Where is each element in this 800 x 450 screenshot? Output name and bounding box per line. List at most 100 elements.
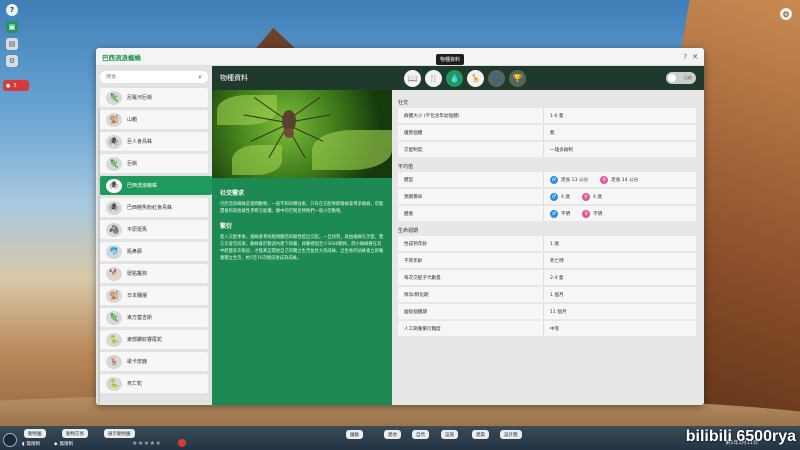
list-item[interactable]: 🕷 巴西流浪蜘蛛 [100, 176, 212, 195]
research-stat: ◆ 無限制 [54, 441, 73, 448]
zebra-icon: 🦓 [106, 222, 122, 237]
stat-value: 無 [550, 130, 555, 136]
award-icon[interactable]: 🏆 [509, 69, 526, 87]
female-icon: ♀ [581, 192, 590, 201]
list-item[interactable]: 🦎 尼羅河巨蜥 [100, 88, 208, 107]
list-item-label: 山魈 [127, 117, 138, 123]
help-icon[interactable]: ? [683, 53, 687, 61]
list-item[interactable]: 🐕 斑點鬣狗 [100, 264, 208, 283]
stats-panel: 社交 群體大小 (不包含年幼個體) 1-6 隻優勢個體無交配制度 一雄多雌制 平均值… [392, 90, 704, 405]
tab-bar: 📖 🍴 💧 🦒 🐾 🏆 比較 [392, 66, 704, 90]
gecko-icon: 🦎 [106, 310, 122, 325]
search-input[interactable] [106, 74, 199, 80]
social-text: 巴西流浪蜘蛛是夜間動物，一般不和同類往來，只有在交配季節雄蛛會尋求雌蛛，可能還會… [220, 202, 384, 214]
list-item[interactable]: 🐍 死亡蛇 [100, 374, 208, 393]
species-photo [212, 90, 392, 178]
scrollbar[interactable] [98, 108, 100, 405]
list-item[interactable]: 🐬 瓶鼻豚 [100, 242, 208, 261]
zoopedia-icon[interactable]: ▣ [6, 21, 18, 33]
trade-button[interactable]: 動物交易 [62, 429, 88, 438]
list-item[interactable]: 🕷 巨人食鳥蛛 [100, 132, 208, 151]
gear-icon[interactable]: ⚙ [780, 8, 792, 20]
species-icon[interactable]: 💧 [446, 69, 463, 87]
help-icon[interactable]: ? [6, 4, 18, 16]
snake-icon: 🐍 [106, 376, 122, 391]
stat-row: 幽殼個體期 11 個月 [398, 304, 696, 319]
build-menu-label: 設施 [445, 432, 454, 438]
male-text: 不明 [561, 211, 571, 217]
stat-row: 每次交配子代數量 2-4 隻 [398, 270, 696, 285]
build-menu-label: 建築 [476, 432, 485, 438]
build-menu-label: 設計圖 [504, 432, 518, 438]
stat-label: 幽殼個體期 [398, 304, 544, 319]
shelter-icon[interactable]: 🍴 [425, 69, 442, 87]
guest-alert-badge[interactable]: ● 3 [3, 80, 29, 91]
female-icon: ♀ [600, 175, 609, 184]
list-item[interactable]: 🕷 巴西鮭魚粉紅食鳥蛛 [100, 198, 208, 217]
bottom-bar: 動物園 動物交易 展示動物園 ▮ 無限制 ◆ 無限制 ★★★★★ 園藝 建地 自然 設施建… [0, 426, 800, 450]
stat-row: 交配制度 一雄多雌制 [398, 142, 696, 157]
stat-value: ♂ 足長 13 公分 ♀ 足長 14 公分 [544, 175, 646, 184]
info-box: 社交需求 巴西流浪蜘蛛是夜間動物，一般不和同類往來，只有在交配季節雄蛛會尋求雌蛛… [212, 178, 392, 405]
stats-column: 📖 🍴 💧 🦒 🐾 🏆 比較 社交 群體大小 (不包含年幼個體) 1-6 隻優勢個體無交配制度… [392, 66, 704, 405]
male-value: ♂ 不明 [550, 209, 571, 218]
list-item[interactable]: 🐍 東部鑽紋響尾蛇 [100, 330, 208, 349]
female-value: ♀ 4 歲 [581, 192, 602, 201]
search-field[interactable]: ⌕ [100, 71, 208, 83]
build-menu-button[interactable]: 園藝 [346, 430, 363, 439]
search-icon[interactable]: ⌕ [198, 73, 202, 82]
list-item[interactable]: 🦓 平原斑馬 [100, 220, 208, 239]
stat-value: ♂ 不明 ♀ 不明 [544, 209, 610, 218]
list-item-label: 斑點鬣狗 [127, 271, 148, 277]
flask-icon: ◆ [54, 441, 58, 447]
build-menu-button[interactable]: 建地 [384, 430, 401, 439]
list-item-label: 死亡蛇 [127, 381, 143, 387]
female-text: 不明 [593, 211, 603, 217]
settings-icon[interactable]: ⚙ [6, 55, 18, 67]
close-icon[interactable]: ✕ [692, 53, 698, 61]
male-icon: ♂ [550, 192, 558, 201]
stat-value: ♂ 4 歲 ♀ 4 歲 [544, 192, 610, 201]
list-item[interactable]: 🐒 山魈 [100, 110, 208, 129]
stat-label: 每次交配子代數量 [398, 270, 544, 285]
breeding-text: 進入交配季後，雄蛛會尋找能夠聽話的雌性提出交配。一旦找到，就由雄蛛先示愛，雙方交… [220, 235, 384, 261]
build-menu-button[interactable]: 建築 [472, 430, 489, 439]
spider-icon: 🕷 [106, 178, 122, 193]
showcase-button[interactable]: 展示動物園 [104, 429, 135, 438]
stat-label: 懷孕/孵化期 [398, 287, 544, 302]
build-menu-button[interactable]: 自然 [412, 430, 429, 439]
build-menu-button[interactable]: 設計圖 [500, 430, 522, 439]
list-item[interactable]: 🦌 歌卡皮鹿 [100, 352, 208, 371]
list-item[interactable]: 🐒 日本獼猴 [100, 286, 208, 305]
section-title: 物種資料 [212, 66, 392, 90]
zoo-button[interactable]: 動物園 [24, 429, 46, 438]
list-item[interactable]: 🦎 巨蜥 [100, 154, 208, 173]
male-value: ♂ 4 歲 [550, 192, 570, 201]
list-item-label: 東方蓋吉斯 [127, 315, 153, 321]
compare-toggle[interactable]: 比較 [666, 72, 696, 84]
toggle-knob [668, 74, 676, 82]
female-text: 4 歲 [592, 194, 602, 200]
paw-icon[interactable]: 🐾 [488, 69, 505, 87]
habitat-icon[interactable]: 🦒 [467, 69, 484, 87]
tab-tooltip: 物種資料 [436, 54, 465, 65]
mandrill-icon: 🐒 [106, 112, 122, 127]
list-item-label: 歌卡皮鹿 [127, 359, 148, 365]
panel-title: 巴西流浪蜘蛛 [102, 53, 141, 62]
list-item-label: 巨蜥 [127, 161, 138, 167]
money-label: 無限制 [26, 442, 40, 447]
social-section-heading: 社交 [398, 100, 409, 106]
stat-label: 體重 [398, 206, 544, 221]
stat-row: 人工飼養繁衍難度 中等 [398, 321, 696, 336]
staff-icon[interactable]: ▤ [6, 38, 18, 50]
menu-button[interactable] [3, 433, 17, 447]
okapi-icon: 🦌 [106, 354, 122, 369]
stat-label: 體型 [398, 172, 544, 187]
hyena-icon: 🐕 [106, 266, 122, 281]
stat-row: 體型 ♂ 足長 13 公分 ♀ 足長 14 公分 [398, 172, 696, 187]
list-item[interactable]: 🦎 東方蓋吉斯 [100, 308, 208, 327]
species-sidebar: ⌕ 🦎 尼羅河巨蜥 🐒 山魈 🕷 巨人食鳥蛛 🦎 巨蜥 🕷 巴西流浪蜘蛛 🕷 巴西鮭魚粉紅食鳥蛛 🦓 平原… [96, 66, 212, 405]
info-icon[interactable]: 📖 [404, 69, 421, 87]
alert-icon[interactable] [178, 439, 186, 447]
build-menu-button[interactable]: 設施 [441, 430, 458, 439]
